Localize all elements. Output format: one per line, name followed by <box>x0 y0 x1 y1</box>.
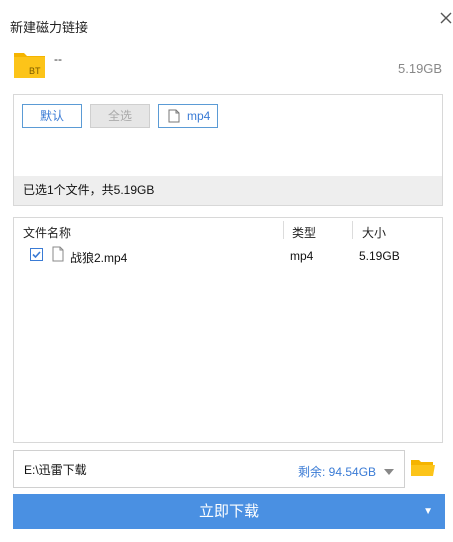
close-icon[interactable] <box>438 10 453 26</box>
row-checkbox[interactable] <box>30 248 43 261</box>
file-size: 5.19GB <box>398 61 443 76</box>
column-divider[interactable] <box>352 221 353 239</box>
bt-icon-label: BT <box>29 66 41 76</box>
mp4-filter-button[interactable]: mp4 <box>158 104 218 128</box>
download-now-label: 立即下载 <box>198 503 259 520</box>
chevron-down-icon[interactable] <box>383 465 395 479</box>
browse-folder-icon[interactable] <box>409 456 437 480</box>
column-divider[interactable] <box>283 221 284 239</box>
column-header-name[interactable]: 文件名称 <box>23 224 71 241</box>
file-name: -- <box>54 52 62 66</box>
select-all-button: 全选 <box>90 104 150 128</box>
selection-summary: 已选1个文件，共5.19GB <box>14 176 442 205</box>
dialog-title: 新建磁力链接 <box>10 20 89 35</box>
column-header-type[interactable]: 类型 <box>292 224 316 241</box>
free-space-label: 剩余: 94.54GB <box>298 465 377 479</box>
mp4-filter-label: mp4 <box>187 109 211 123</box>
document-icon <box>168 109 180 123</box>
caret-down-icon[interactable]: ▼ <box>423 494 433 529</box>
default-button[interactable]: 默认 <box>22 104 82 128</box>
column-header-size[interactable]: 大小 <box>362 224 386 241</box>
video-file-icon <box>52 246 64 265</box>
save-path-text[interactable]: E:\迅雷下载 <box>24 461 87 478</box>
file-row-name[interactable]: 战狼2.mp4 <box>70 249 127 266</box>
file-row-type: mp4 <box>290 249 314 263</box>
bt-folder-icon: BT <box>13 48 47 80</box>
file-list-header: 文件名称 类型 大小 <box>14 218 442 244</box>
file-row-size: 5.19GB <box>359 249 400 263</box>
download-now-button[interactable]: 立即下载 ▼ <box>13 494 445 529</box>
